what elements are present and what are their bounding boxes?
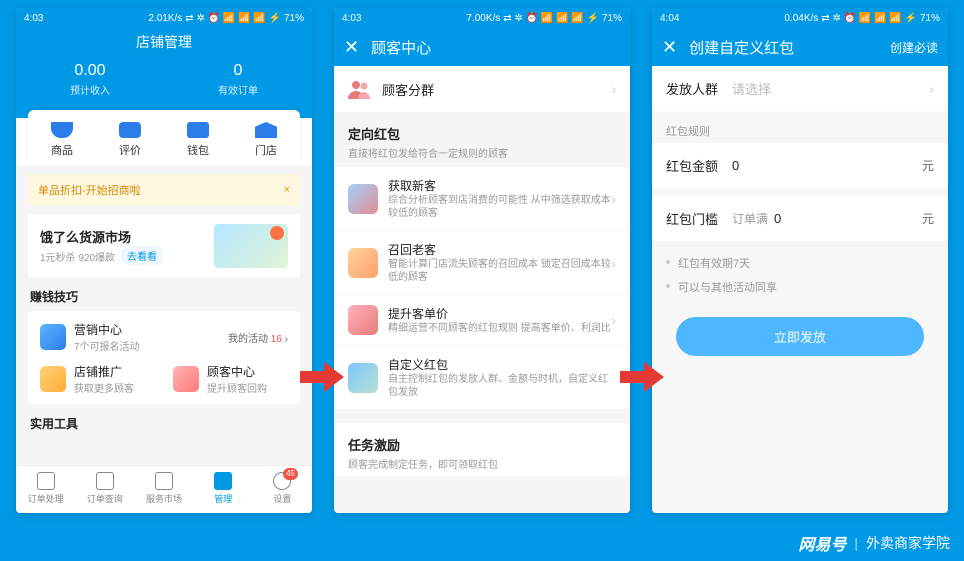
rule-section-title: 红包规则	[652, 111, 948, 143]
section-targeted-redpacket: 定向红包 直接将红包发给符合一定规则的顾客	[334, 112, 630, 166]
row-customer-center[interactable]: 顾客中心 提升顾客回购	[173, 363, 288, 395]
header: ✕ 顾客中心	[334, 28, 630, 66]
notice-bar[interactable]: 单品折扣-开始招商啦 ×	[28, 174, 300, 206]
status-time: 4:03	[342, 13, 361, 24]
status-bar: 4:04 0.04K/s⇄ ✲ ⏰ 📶 📶 📶 ⚡71%	[652, 8, 948, 28]
amount-input[interactable]: 0	[732, 158, 922, 173]
bag-icon	[155, 472, 173, 490]
new-customer-icon	[348, 184, 378, 214]
page-title: 顾客中心	[371, 37, 431, 58]
status-right: 2.01K/s ⇄ ✲ ⏰ 📶 📶 📶 ⚡ 71%	[148, 13, 304, 24]
close-icon[interactable]: ✕	[662, 37, 677, 58]
bottom-nav: 订单处理 订单查询 服务市场 管理 设置45	[16, 465, 312, 513]
threshold-input[interactable]: 0	[774, 211, 922, 226]
store-icon	[255, 122, 277, 138]
banner-image	[214, 224, 288, 268]
nav-manage[interactable]: 管理	[194, 466, 253, 513]
settings-badge: 45	[283, 468, 298, 480]
tab-products[interactable]: 商品	[28, 122, 96, 158]
header: ✕ 创建自定义红包 创建必读	[652, 28, 948, 66]
tab-store[interactable]: 门店	[232, 122, 300, 158]
people-icon	[348, 79, 372, 99]
header: 店铺管理 0.00 预计收入 0 有效订单	[16, 28, 312, 118]
cube-icon	[40, 324, 66, 350]
arrow-icon	[620, 362, 664, 392]
heart-icon	[173, 366, 199, 392]
row-threshold[interactable]: 红包门槛 订单满 0 元	[652, 196, 948, 241]
status-time: 4:04	[660, 13, 679, 24]
close-icon[interactable]: ×	[284, 184, 290, 196]
nav-order-process[interactable]: 订单处理	[16, 466, 75, 513]
row-audience[interactable]: 发放人群 请选择 ›	[652, 66, 948, 111]
status-bar: 4:03 2.01K/s ⇄ ✲ ⏰ 📶 📶 📶 ⚡ 71%	[16, 8, 312, 28]
section-title-tools: 实用工具	[30, 415, 298, 432]
nav-settings[interactable]: 设置45	[253, 466, 312, 513]
shop-icon	[214, 472, 232, 490]
cell-customer-groups[interactable]: 顾客分群 ›	[334, 66, 630, 112]
stat-income[interactable]: 0.00 预计收入	[16, 62, 164, 97]
page-title: 创建自定义红包	[689, 37, 890, 58]
list-icon	[37, 472, 55, 490]
screen-create-redpacket: 4:04 0.04K/s⇄ ✲ ⏰ 📶 📶 📶 ⚡71% ✕ 创建自定义红包 创…	[652, 8, 948, 513]
price-icon	[348, 305, 378, 335]
nav-order-query[interactable]: 订单查询	[75, 466, 134, 513]
section-task-incentive: 任务激励 顾客完成制定任务，即可领取红包	[334, 415, 630, 477]
recall-icon	[348, 248, 378, 278]
chat-icon	[119, 122, 141, 138]
row-amount[interactable]: 红包金额 0 元	[652, 143, 948, 188]
watermark: 网易号 | 外卖商家学院	[798, 531, 950, 555]
section-title-earn: 赚钱技巧	[30, 288, 298, 305]
tab-wallet[interactable]: 钱包	[164, 122, 232, 158]
banner-cta[interactable]: 去看看	[121, 246, 163, 265]
megaphone-icon	[40, 366, 66, 392]
row-marketing-center[interactable]: 营销中心 7个可报名活动 我的活动 16 ›	[40, 321, 288, 353]
bowl-icon	[51, 122, 73, 138]
screen-store-management: 4:03 2.01K/s ⇄ ✲ ⏰ 📶 📶 📶 ⚡ 71% 店铺管理 0.00…	[16, 8, 312, 513]
close-icon[interactable]: ✕	[344, 37, 359, 58]
search-doc-icon	[96, 472, 114, 490]
item-custom-redpacket[interactable]: 自定义红包自主控制红包的发放人群、金额与时机，自定义红包发放	[334, 345, 630, 409]
chevron-right-icon: ›	[611, 191, 616, 207]
chevron-right-icon: ›	[929, 81, 934, 97]
chevron-right-icon: ›	[611, 255, 616, 271]
row-store-promotion[interactable]: 店铺推广 获取更多顾客	[40, 363, 155, 395]
item-increase-order-value[interactable]: 提升客单价精细运营不同顾客的红包规则 提高客单价、利润比 ›	[334, 294, 630, 345]
submit-button[interactable]: 立即发放	[676, 317, 924, 356]
must-read-link[interactable]: 创建必读	[890, 39, 938, 56]
item-recall-customers[interactable]: 召回老客智能计算门店流失顾客的召回成本 锁定召回成本较低的顾客 ›	[334, 230, 630, 294]
rule-notes: 红包有效期7天 可以与其他活动同享	[652, 241, 948, 303]
top-tabs: 商品 评价 钱包 门店	[28, 110, 300, 166]
item-new-customers[interactable]: 获取新客综合分析顾客到店消费的可能性 从中筛选获取成本较低的顾客 ›	[334, 166, 630, 230]
page-title: 店铺管理	[16, 32, 312, 52]
arrow-icon	[300, 362, 344, 392]
wallet-icon	[187, 122, 209, 138]
status-time: 4:03	[24, 13, 43, 24]
nav-service-market[interactable]: 服务市场	[134, 466, 193, 513]
screen-customer-center: 4:03 7.00K/s⇄ ✲ ⏰ 📶 📶 📶 ⚡71% ✕ 顾客中心 顾客分群…	[334, 8, 630, 513]
my-activities-link[interactable]: 我的活动 16 ›	[228, 330, 288, 345]
banner-marketplace[interactable]: 饿了么货源市场 1元秒杀 920爆款 去看看	[28, 214, 300, 278]
tab-reviews[interactable]: 评价	[96, 122, 164, 158]
custom-icon	[348, 363, 378, 393]
chevron-right-icon: ›	[611, 312, 616, 328]
chevron-right-icon: ›	[611, 81, 616, 97]
status-bar: 4:03 7.00K/s⇄ ✲ ⏰ 📶 📶 📶 ⚡71%	[334, 8, 630, 28]
stat-orders[interactable]: 0 有效订单	[164, 62, 312, 97]
